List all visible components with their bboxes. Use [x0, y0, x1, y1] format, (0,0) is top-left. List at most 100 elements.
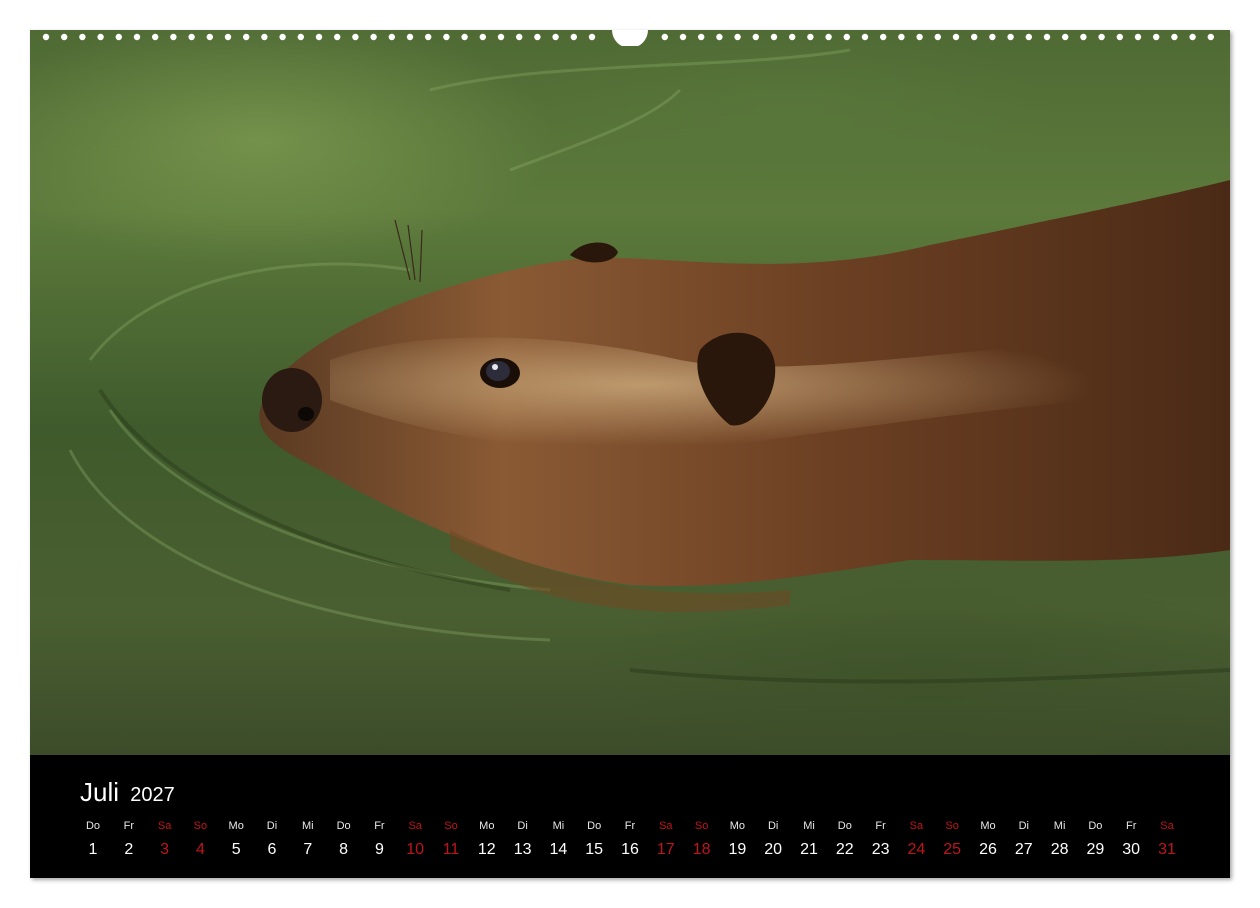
weekday-label: Mo — [980, 820, 996, 832]
day-number: 10 — [406, 841, 425, 858]
binding-hole — [1189, 33, 1196, 41]
weekday-label: Mo — [228, 820, 244, 832]
weekday-label: Mi — [1053, 820, 1066, 832]
binding-hole — [916, 33, 923, 41]
binding-hole — [934, 33, 941, 41]
weekday-label: So — [945, 820, 959, 832]
weekday-label: Mi — [803, 820, 815, 832]
day-cell: Mo 12 — [469, 818, 505, 859]
day-cell: Mi 7 — [290, 818, 326, 859]
day-grid: Do 1 Fr 2 Sa 3 So 4 Mo 5 Di 6 Mi 7 Do 8 Fr 9 Sa 10 So 11 Mo 12 D… — [75, 818, 1215, 868]
hanger-notch — [612, 30, 648, 46]
binding-hole — [479, 33, 486, 41]
day-number: 30 — [1122, 841, 1141, 858]
day-cell: Di 20 — [755, 818, 791, 859]
binding-hole — [243, 33, 250, 41]
day-cell: Fr 16 — [612, 818, 648, 859]
binding-hole — [1116, 33, 1124, 41]
day-cell: Di 13 — [505, 818, 541, 859]
day-cell: So 4 — [182, 818, 218, 859]
day-number: 25 — [943, 841, 962, 858]
day-cell: Do 22 — [827, 818, 863, 859]
day-number: 6 — [267, 841, 277, 858]
day-cell: Fr 23 — [863, 818, 899, 859]
weekday-label: So — [444, 820, 458, 832]
binding-hole — [1080, 33, 1087, 41]
binding-hole — [789, 33, 796, 41]
day-cell: So 11 — [433, 818, 469, 859]
weekday-label: Sa — [659, 820, 673, 832]
beaver-illustration — [68, 48, 1230, 684]
day-cell: Mi 28 — [1042, 818, 1078, 859]
binding-hole — [716, 33, 723, 41]
day-cell: Do 1 — [75, 818, 111, 859]
day-number: 29 — [1086, 841, 1105, 858]
day-cell: Do 29 — [1077, 818, 1113, 859]
binding-hole — [880, 33, 887, 41]
day-number: 13 — [513, 841, 532, 858]
day-number: 15 — [585, 841, 604, 858]
day-cell: Mi 21 — [791, 818, 827, 859]
calendar-strip: Juli 2027 Do 1 Fr 2 Sa 3 So 4 Mo 5 Di 6 Mi 7 Do 8 Fr 9 Sa 1… — [30, 755, 1230, 878]
weekday-label: Mo — [729, 820, 746, 832]
binding-hole — [1007, 33, 1014, 41]
day-cell: Sa 3 — [147, 818, 183, 859]
binding-hole — [115, 33, 123, 41]
month-title: Juli 2027 — [80, 777, 175, 808]
binding-hole — [952, 33, 960, 41]
day-number: 1 — [88, 841, 98, 858]
day-number: 14 — [549, 841, 568, 858]
weekday-label: So — [694, 820, 709, 832]
day-number: 11 — [442, 841, 460, 858]
binding-hole — [425, 33, 432, 41]
day-number: 22 — [835, 841, 854, 858]
binding-hole — [971, 33, 978, 41]
weekday-label: Mi — [552, 820, 565, 832]
day-cell: Do 8 — [326, 818, 362, 859]
binding-hole — [552, 33, 559, 41]
day-cell: So 25 — [934, 818, 970, 859]
binding-hole — [79, 33, 86, 41]
weekday-label: Do — [336, 820, 351, 832]
day-number: 18 — [692, 841, 711, 858]
day-cell: Sa 10 — [397, 818, 433, 859]
binding-hole — [261, 33, 268, 41]
binding-hole — [861, 33, 869, 41]
binding-hole — [206, 33, 213, 41]
weekday-label: Sa — [909, 820, 924, 832]
day-number: 7 — [303, 841, 313, 858]
day-cell: Mo 19 — [719, 818, 755, 859]
weekday-label: Mi — [301, 820, 314, 832]
binding-hole — [170, 33, 177, 41]
binding-hole — [807, 33, 814, 41]
day-cell: So 18 — [684, 818, 720, 859]
weekday-label: Di — [266, 820, 278, 832]
binding-hole — [152, 33, 159, 41]
day-number: 3 — [160, 841, 170, 858]
binding-hole — [133, 33, 141, 41]
weekday-label: Fr — [875, 820, 886, 832]
binding-hole — [1043, 33, 1051, 41]
day-cell: Sa 17 — [648, 818, 684, 859]
day-cell: Mo 5 — [218, 818, 254, 859]
binding-hole — [770, 33, 778, 41]
day-cell: Sa 31 — [1149, 818, 1185, 859]
weekday-label: Do — [837, 820, 852, 832]
day-number: 21 — [800, 841, 818, 858]
day-number: 5 — [231, 841, 241, 858]
spiral-binding — [42, 30, 1215, 46]
day-number: 20 — [764, 841, 783, 858]
day-number: 28 — [1050, 841, 1069, 858]
day-number: 9 — [374, 841, 384, 858]
month-name: Juli — [80, 777, 120, 807]
binding-hole — [698, 33, 705, 41]
day-cell: Do 15 — [576, 818, 612, 859]
binding-hole — [588, 33, 596, 41]
weekday-label: So — [193, 820, 208, 832]
day-cell: Fr 9 — [361, 818, 397, 859]
binding-hole — [97, 33, 104, 41]
weekday-label: Di — [1018, 820, 1029, 832]
binding-hole — [315, 33, 323, 41]
binding-hole — [1153, 33, 1160, 41]
day-number: 31 — [1158, 841, 1176, 858]
